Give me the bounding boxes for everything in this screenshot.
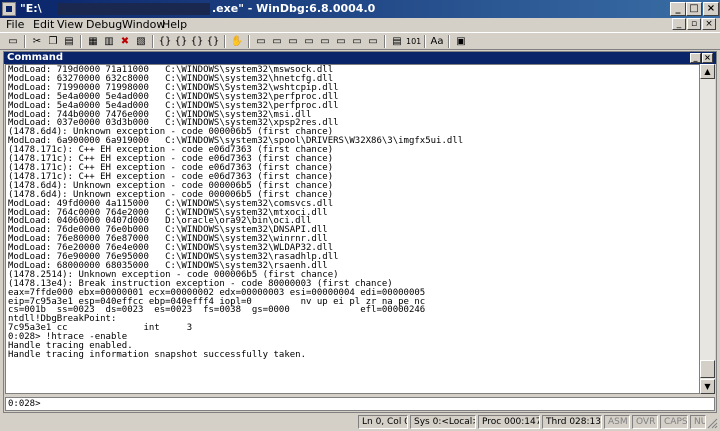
scroll-up-button[interactable]: ▲ xyxy=(700,64,715,79)
app-icon[interactable] xyxy=(2,2,16,16)
restart-icon[interactable]: ▥ xyxy=(102,35,116,48)
minimize-button[interactable]: _ xyxy=(670,2,686,16)
status-bar: Ln 0, Col 0 Sys 0:<Local> Proc 000:1478 … xyxy=(0,413,720,431)
window-title-prefix: "E:\ xyxy=(20,2,42,15)
status-ln-col: Ln 0, Col 0 xyxy=(358,415,408,429)
command-prompt: 0:028> xyxy=(8,399,41,409)
step-out-icon[interactable]: {} xyxy=(190,35,204,48)
cut-icon[interactable]: ✂ xyxy=(30,35,44,48)
menu-file[interactable]: File xyxy=(6,18,24,32)
mdi-close-button[interactable]: × xyxy=(702,18,716,30)
status-sys: Sys 0:<Local> xyxy=(410,415,476,429)
toolbar-separator xyxy=(80,35,82,48)
paste-icon[interactable]: ▤ xyxy=(62,35,76,48)
call-stack-icon[interactable]: ▭ xyxy=(334,35,348,48)
output-line: Handle tracing information snapshot succ… xyxy=(8,350,307,360)
menu-bar: File Edit View Debug Window Help xyxy=(0,18,720,32)
toolbar-separator xyxy=(384,35,386,48)
status-asm: ASM xyxy=(604,415,630,429)
toolbar: ▭ ✂ ❐ ▤ ▦ ▥ ✖ ▧ {} {} {} {} ✋ ▭ ▭ ▭ ▭ ▭ … xyxy=(0,32,720,50)
toolbar-separator xyxy=(224,35,226,48)
break-icon[interactable]: ▧ xyxy=(134,35,148,48)
title-bar[interactable]: "E:\ .exe" - WinDbg:6.8.0004.0 _ □ × xyxy=(0,0,720,18)
menu-help[interactable]: Help xyxy=(162,18,187,32)
menu-window[interactable]: Window xyxy=(122,18,165,32)
status-ovr: OVR xyxy=(632,415,658,429)
scratch-pad-icon[interactable]: ▭ xyxy=(366,35,380,48)
open-icon[interactable]: ▭ xyxy=(6,35,20,48)
toolbar-separator xyxy=(424,35,426,48)
step-into-icon[interactable]: {} xyxy=(158,35,172,48)
mdi-minimize-button[interactable]: _ xyxy=(672,18,686,30)
run-to-cursor-icon[interactable]: {} xyxy=(206,35,220,48)
scroll-thumb[interactable] xyxy=(700,360,715,378)
memory-icon[interactable]: ▭ xyxy=(318,35,332,48)
copy-icon[interactable]: ❐ xyxy=(46,35,60,48)
command-close-button[interactable]: × xyxy=(702,53,713,63)
toolbar-separator xyxy=(24,35,26,48)
disassembly-icon[interactable]: ▭ xyxy=(350,35,364,48)
toolbar-separator xyxy=(248,35,250,48)
step-over-icon[interactable]: {} xyxy=(174,35,188,48)
toolbar-separator xyxy=(448,35,450,48)
source-mode-binary-icon[interactable]: 101 xyxy=(406,35,421,48)
mdi-restore-button[interactable]: ▫ xyxy=(687,18,701,30)
scroll-down-button[interactable]: ▼ xyxy=(700,379,715,394)
locals-icon[interactable]: ▭ xyxy=(286,35,300,48)
stop-debugging-icon[interactable]: ✖ xyxy=(118,35,132,48)
command-input[interactable]: 0:028> xyxy=(5,397,715,411)
command-output-text: ModLoad: 719d0000 71a11000 C:\WINDOWS\sy… xyxy=(6,65,699,360)
command-window-title: Command xyxy=(7,52,64,63)
toolbar-separator xyxy=(152,35,154,48)
source-mode-icon[interactable]: ▤ xyxy=(390,35,404,48)
status-caps: CAPS xyxy=(660,415,688,429)
vertical-scrollbar[interactable]: ▲ ▼ xyxy=(700,64,715,394)
go-icon[interactable]: ▦ xyxy=(86,35,100,48)
breakpoint-icon[interactable]: ✋ xyxy=(230,35,244,48)
command-window-titlebar[interactable]: Command _ × xyxy=(4,52,716,64)
status-proc: Proc 000:1478 xyxy=(478,415,540,429)
menu-debug[interactable]: Debug xyxy=(86,18,122,32)
command-output[interactable]: ModLoad: 719d0000 71a11000 C:\WINDOWS\sy… xyxy=(5,64,700,394)
maximize-button[interactable]: □ xyxy=(686,2,702,16)
registers-icon[interactable]: ▭ xyxy=(302,35,316,48)
watch-icon[interactable]: ▭ xyxy=(270,35,284,48)
menu-view[interactable]: View xyxy=(57,18,83,32)
command-minimize-button[interactable]: _ xyxy=(690,53,701,63)
command-icon[interactable]: ▭ xyxy=(254,35,268,48)
resize-grip-icon[interactable] xyxy=(706,417,718,429)
window-title-suffix: .exe" - WinDbg:6.8.0004.0 xyxy=(212,2,376,15)
status-thrd: Thrd 028:13e4 xyxy=(542,415,602,429)
font-icon[interactable]: Aa xyxy=(430,35,444,48)
options-icon[interactable]: ▣ xyxy=(454,35,468,48)
close-button[interactable]: × xyxy=(703,2,719,16)
menu-edit[interactable]: Edit xyxy=(33,18,54,32)
redacted-path xyxy=(58,3,210,15)
status-num: NUM xyxy=(690,415,706,429)
